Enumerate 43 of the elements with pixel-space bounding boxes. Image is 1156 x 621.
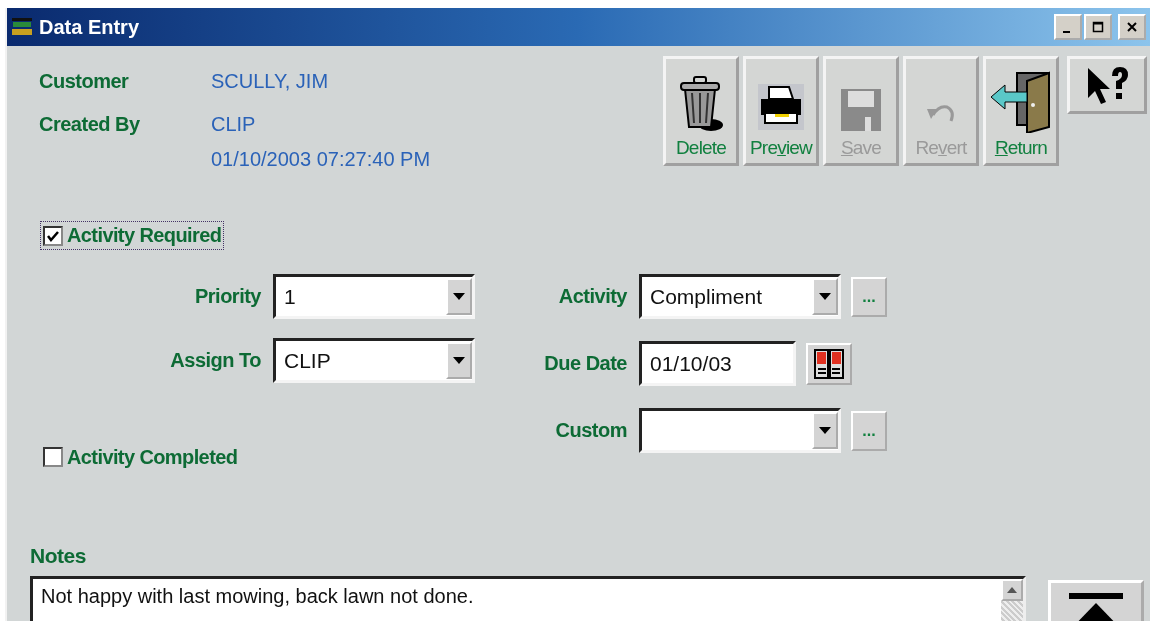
toolbar-button[interactable]: Preview [743, 56, 819, 166]
toolbar-button[interactable]: Delete [663, 56, 739, 166]
notes-label: Notes [30, 543, 87, 568]
scroll-up-icon [1007, 586, 1017, 593]
field-label: Customer [38, 70, 130, 93]
dropdown-field[interactable]: 1 [273, 274, 475, 319]
help-button[interactable] [1067, 56, 1147, 114]
maximize-icon [1092, 21, 1104, 33]
field-label: Activity [557, 285, 627, 308]
field-value: 01/10/2003 07:27:40 PM [211, 148, 431, 171]
dropdown-field[interactable]: Compliment [639, 274, 841, 319]
printer-icon [755, 81, 807, 133]
button-label: Save [840, 137, 882, 159]
field-value: CLIP [211, 113, 257, 136]
toolbar-button[interactable]: Return [983, 56, 1059, 166]
field-label: Due Date [543, 352, 627, 375]
field-label: Created By [38, 113, 141, 137]
dropdown-field[interactable]: CLIP [273, 338, 475, 383]
checkbox-icon [43, 225, 63, 246]
activity-required-checkbox[interactable]: Activity Required [40, 221, 225, 250]
close-button[interactable] [1118, 14, 1146, 40]
window-title: Data Entry [39, 15, 140, 39]
button-label: Revert [915, 137, 967, 159]
browse-button[interactable]: ... [851, 276, 887, 317]
app-logo-icon [11, 17, 33, 37]
field-label: Assign To [169, 349, 261, 372]
field-label: Priority [193, 285, 261, 308]
field-label: Custom [554, 419, 627, 442]
notes-field[interactable]: Not happy with last mowing, back lawn not done. [30, 575, 1026, 621]
field-value: SCULLY, JIM [211, 70, 330, 93]
button-label: Return [994, 137, 1048, 159]
minimize-icon [1063, 31, 1070, 33]
checkbox-icon [43, 447, 63, 467]
button-label: Preview [750, 137, 812, 159]
activity-completed-checkbox[interactable]: Activity Completed [40, 442, 241, 472]
maximize-button[interactable] [1084, 14, 1112, 40]
dropdown-field[interactable] [639, 408, 841, 453]
date-field[interactable]: 01/10/03 [639, 341, 796, 386]
calendar-button[interactable] [806, 342, 852, 385]
browse-button[interactable]: ... [851, 410, 887, 451]
close-icon [1126, 21, 1138, 33]
exit-door-icon [989, 71, 1053, 133]
button-label: Delete [675, 137, 727, 159]
